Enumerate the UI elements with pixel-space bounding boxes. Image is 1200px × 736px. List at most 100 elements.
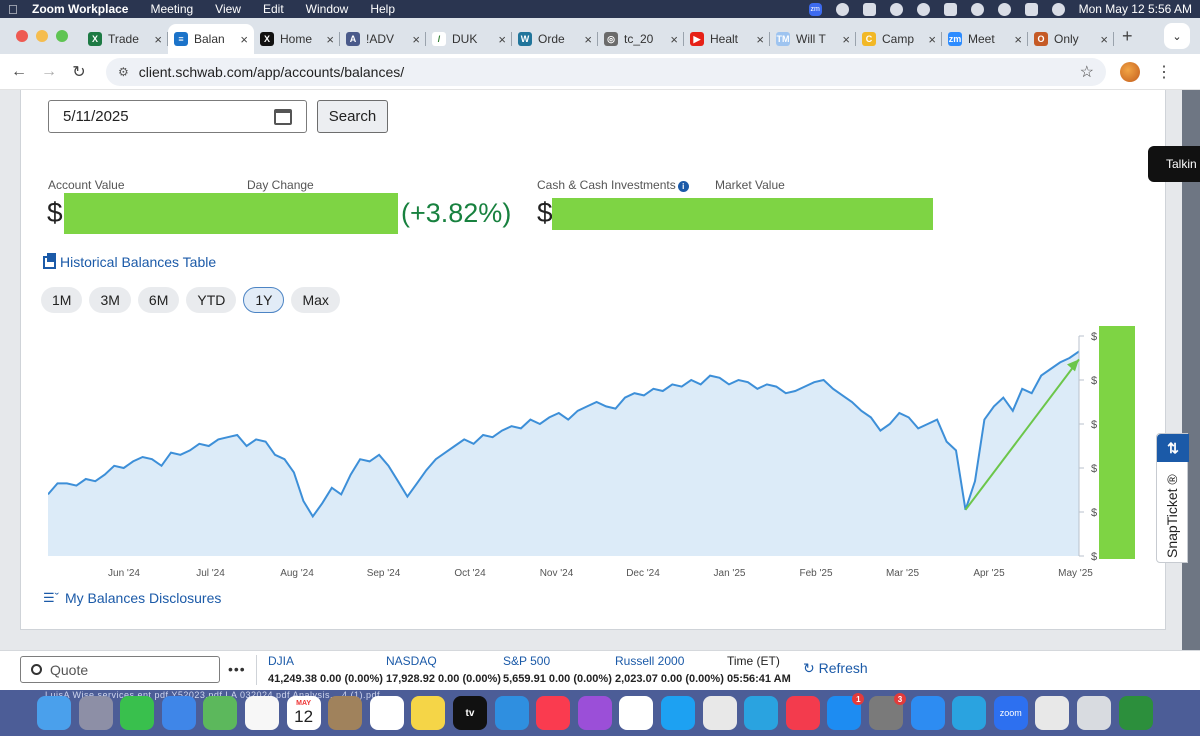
close-tab-icon[interactable]: × <box>240 32 248 47</box>
balances-disclosures-link[interactable]: ☰ˇ My Balances Disclosures <box>43 590 221 606</box>
zoom-icon[interactable]: zoom <box>993 696 1028 730</box>
browser-tab[interactable]: X Home × <box>254 24 340 54</box>
date-input[interactable]: 5/11/2025 <box>48 100 307 133</box>
site-info-icon[interactable]: ⚙ <box>118 65 129 79</box>
music-icon[interactable] <box>536 696 571 730</box>
notes-icon[interactable] <box>411 696 446 730</box>
settings-icon[interactable]: 3 <box>869 693 906 730</box>
photos-icon[interactable] <box>245 696 279 730</box>
calendar-icon[interactable] <box>274 108 292 125</box>
reload-icon[interactable]: ↻ <box>64 62 94 82</box>
menu-edit[interactable]: Edit <box>263 2 284 16</box>
range-button-6m[interactable]: 6M <box>137 287 180 313</box>
close-tab-icon[interactable]: × <box>1100 32 1108 47</box>
address-bar[interactable]: ⚙ client.schwab.com/app/accounts/balance… <box>106 57 1106 86</box>
reminders-icon[interactable] <box>369 696 404 730</box>
tab-title[interactable]: Will T <box>796 32 838 46</box>
talkin-popup[interactable]: Talkin <box>1148 146 1200 182</box>
launchpad-icon[interactable] <box>78 696 113 730</box>
display-status-icon[interactable] <box>862 2 876 16</box>
location-status-icon[interactable] <box>889 2 903 16</box>
control-center-icon[interactable] <box>1024 2 1038 16</box>
quote-placeholder[interactable]: Quote <box>50 662 88 678</box>
appletv-icon[interactable]: tv <box>453 696 487 730</box>
tab-title[interactable]: Only <box>1054 32 1096 46</box>
close-tab-icon[interactable]: × <box>842 32 850 47</box>
tab-title[interactable]: Meet <box>968 32 1010 46</box>
disclosures-text[interactable]: My Balances Disclosures <box>65 590 221 606</box>
snowflake-icon[interactable] <box>494 696 529 730</box>
range-button-1m[interactable]: 1M <box>41 287 83 313</box>
close-tab-icon[interactable]: × <box>584 32 592 47</box>
contacts-icon[interactable] <box>328 696 363 730</box>
index-name[interactable]: DJIA <box>268 654 383 668</box>
close-tab-icon[interactable]: × <box>670 32 678 47</box>
index-name[interactable]: NASDAQ <box>386 654 501 668</box>
menu-help[interactable]: Help <box>370 2 395 16</box>
close-tab-icon[interactable]: × <box>1014 32 1022 47</box>
apple-icon[interactable]:  <box>8 2 32 17</box>
browser-tab[interactable]: ≡ Balan × <box>168 24 254 54</box>
preview-icon[interactable] <box>1035 696 1070 730</box>
menu-window[interactable]: Window <box>306 2 349 16</box>
messages-icon[interactable] <box>120 696 155 730</box>
browser-tab[interactable]: ◎ tc_20 × <box>598 24 684 54</box>
browser-tab[interactable]: A !ADV × <box>340 24 426 54</box>
close-tab-icon[interactable]: × <box>756 32 764 47</box>
zoom-status-icon[interactable]: zm <box>808 2 822 16</box>
browser-tab[interactable]: X Trade × <box>82 24 168 54</box>
tab-title[interactable]: Home <box>280 32 322 46</box>
tab-title[interactable]: DUK <box>452 32 494 46</box>
safari-icon[interactable] <box>910 696 945 730</box>
browser-tab[interactable]: ▶ Healt × <box>684 24 770 54</box>
telegram2-icon[interactable] <box>952 696 987 730</box>
close-tab-icon[interactable]: × <box>326 32 334 47</box>
app-name-menu[interactable]: Zoom Workplace <box>32 2 128 16</box>
wifi-icon[interactable] <box>970 2 984 16</box>
snapticket-text[interactable]: SnapTicket <box>1164 488 1180 558</box>
acrobat-icon[interactable] <box>702 696 737 730</box>
browser-tab[interactable]: / DUK × <box>426 24 512 54</box>
close-tab-icon[interactable]: × <box>928 32 936 47</box>
tab-title[interactable]: Balan <box>194 32 236 46</box>
close-tab-icon[interactable]: × <box>154 32 162 47</box>
appstore-icon[interactable]: 1 <box>827 693 865 730</box>
index-name[interactable]: Russell 2000 <box>615 654 724 668</box>
chrome-icon[interactable] <box>619 696 654 730</box>
menubar-clock[interactable]: Mon May 12 5:56 AM <box>1079 2 1192 16</box>
news-icon[interactable] <box>785 696 820 730</box>
browser-tab[interactable]: C Camp × <box>856 24 942 54</box>
swap-arrows-icon[interactable]: ⇅ <box>1157 434 1189 462</box>
index-name[interactable]: S&P 500 <box>503 654 612 668</box>
url-text[interactable]: client.schwab.com/app/accounts/balances/ <box>139 64 404 80</box>
range-button-1y[interactable]: 1Y <box>243 287 285 313</box>
back-arrow-icon[interactable]: ← <box>4 63 34 81</box>
chrome-menu-icon[interactable]: ⋮ <box>1156 62 1172 82</box>
zoom-window-button[interactable] <box>56 30 68 42</box>
snapticket-tab[interactable]: ⇅ SnapTicket ® <box>1156 433 1189 563</box>
refresh-label[interactable]: Refresh <box>819 660 868 676</box>
historical-balances-text[interactable]: Historical Balances Table <box>60 254 216 270</box>
index-nasdaq[interactable]: NASDAQ 17,928.92 0.00 (0.00%) <box>386 654 501 685</box>
telegram-icon[interactable] <box>744 696 779 730</box>
tab-title[interactable]: Healt <box>710 32 752 46</box>
more-options-button[interactable]: ••• <box>228 661 246 677</box>
finder-icon[interactable] <box>37 696 71 730</box>
telegram-status-icon[interactable] <box>835 2 849 16</box>
info-icon[interactable]: i <box>677 181 689 192</box>
tab-title[interactable]: !ADV <box>366 32 408 46</box>
menu-meeting[interactable]: Meeting <box>150 2 193 16</box>
close-window-button[interactable] <box>16 30 28 42</box>
index-russell2000[interactable]: Russell 2000 2,023.07 0.00 (0.00%) <box>615 654 724 685</box>
close-tab-icon[interactable]: × <box>412 32 420 47</box>
mail-icon[interactable] <box>161 696 196 730</box>
calendar-icon[interactable]: MAY 12 <box>286 696 321 730</box>
forward-arrow-icon[interactable]: → <box>34 63 64 81</box>
play-status-icon[interactable] <box>916 2 930 16</box>
trash-icon[interactable] <box>1077 696 1111 730</box>
date-value[interactable]: 5/11/2025 <box>63 108 129 125</box>
browser-tab[interactable]: TM Will T × <box>770 24 856 54</box>
quote-input[interactable]: Quote <box>20 656 220 683</box>
tab-title[interactable]: Orde <box>538 32 580 46</box>
range-button-max[interactable]: Max <box>291 287 340 313</box>
